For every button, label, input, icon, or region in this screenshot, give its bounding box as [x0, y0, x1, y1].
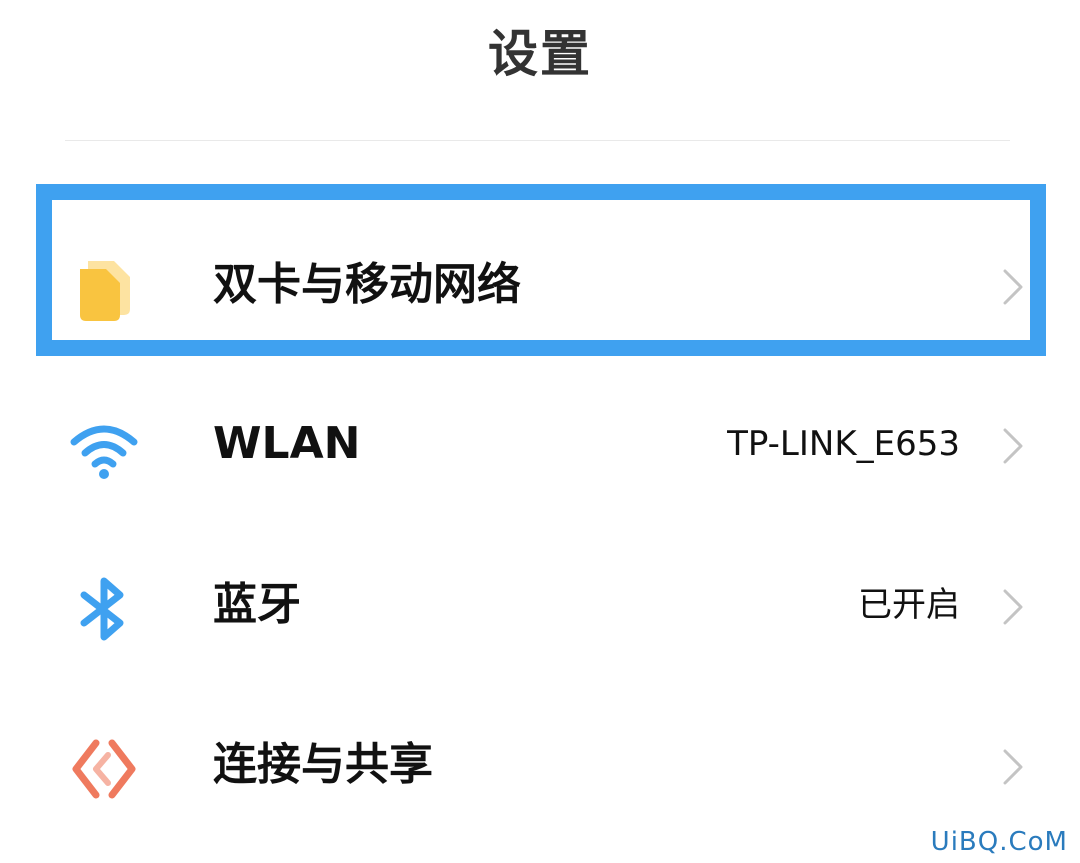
settings-item-wlan[interactable]: WLAN TP-LINK_E653: [0, 384, 1080, 504]
settings-item-label: 双卡与移动网络: [213, 259, 521, 310]
watermark: UiBQ.CoM: [930, 827, 1068, 857]
bluetooth-icon: [80, 577, 124, 641]
settings-item-label: 连接与共享: [213, 739, 433, 790]
connection-share-icon: [72, 739, 136, 799]
page-title: 设置: [488, 25, 592, 83]
chevron-right-icon: [1003, 269, 1023, 305]
settings-item-dual-sim[interactable]: 双卡与移动网络: [0, 225, 1080, 345]
settings-item-value: TP-LINK_E653: [727, 424, 960, 464]
chevron-right-icon: [1003, 749, 1023, 785]
settings-item-connection-share[interactable]: 连接与共享: [0, 705, 1080, 825]
chevron-right-icon: [1003, 589, 1023, 625]
settings-item-label: 蓝牙: [213, 579, 301, 630]
chevron-right-icon: [1003, 428, 1023, 464]
settings-screen: 设置 双卡与移动网络 WLAN TP-LINK_E653 蓝牙 已开启 连接与共…: [0, 0, 1080, 863]
settings-item-value: 已开启: [858, 585, 960, 625]
wifi-icon: [70, 425, 138, 479]
sim-card-icon: [80, 261, 130, 321]
settings-item-label: WLAN: [213, 418, 361, 469]
settings-item-bluetooth[interactable]: 蓝牙 已开启: [0, 545, 1080, 665]
header-divider: [65, 140, 1010, 141]
